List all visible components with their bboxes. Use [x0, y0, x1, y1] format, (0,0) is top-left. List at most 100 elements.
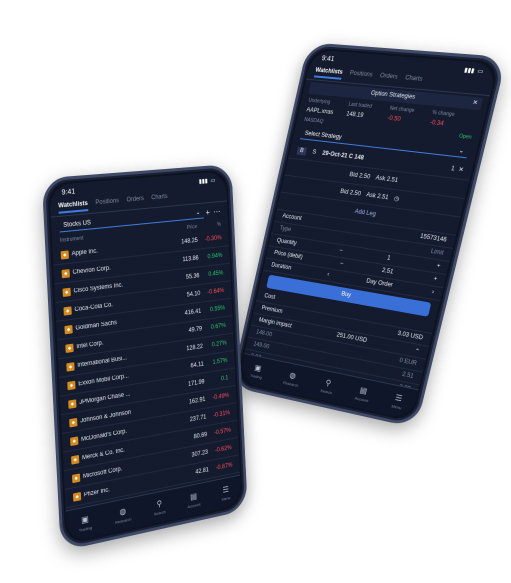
- leg-sell-toggle[interactable]: S: [309, 148, 320, 157]
- add-leg-label: Add Leg: [354, 208, 377, 218]
- type-value: Limit: [429, 248, 444, 257]
- nav-search[interactable]: ⚲ Search: [319, 378, 335, 396]
- stock-logo-icon: ◆: [70, 435, 79, 446]
- minus-icon[interactable]: −: [339, 261, 344, 267]
- watchlist-selector-label: Stocks US: [63, 219, 92, 229]
- minus-icon[interactable]: −: [339, 248, 344, 254]
- instrument-change: 0.45%: [208, 269, 224, 278]
- stock-logo-icon: ◆: [63, 305, 72, 316]
- nav-label: Research: [282, 379, 299, 388]
- instrument-change: 0.1: [220, 374, 229, 382]
- options-screen: 9:41 ▮▮▮ ▭ Watchlists Positions Orders Ch…: [237, 49, 498, 420]
- stock-logo-icon: ◆: [72, 491, 82, 502]
- stock-logo-icon: ◆: [60, 249, 69, 260]
- stock-logo-icon: ◆: [68, 398, 77, 409]
- panel-title: Option Strategies: [370, 90, 416, 101]
- instrument-price: 148.25: [181, 237, 198, 246]
- nav-label: Menu: [221, 495, 231, 502]
- battery-icon: ▭: [476, 68, 484, 75]
- menu-icon: ☰: [394, 392, 404, 404]
- type-label: Type: [278, 225, 292, 234]
- tab-orders[interactable]: Orders: [126, 196, 144, 208]
- account-value: 15573146: [419, 233, 448, 244]
- tab-watchlists[interactable]: Watchlists: [313, 67, 344, 80]
- bid-1: Bid 2.50: [348, 171, 371, 181]
- collapse-icon[interactable]: ⌃: [414, 347, 421, 355]
- stock-logo-icon: ◆: [65, 343, 74, 353]
- search-icon: ⚲: [324, 378, 332, 388]
- instrument-price: 54.10: [186, 290, 201, 299]
- open-label: Open: [458, 133, 473, 141]
- instrument-price: 237.71: [189, 413, 207, 423]
- nav-label: Search: [153, 509, 166, 517]
- ask-1: Ask 2.51: [375, 174, 399, 184]
- tab-positions[interactable]: Positions: [348, 71, 373, 83]
- instrument-price: 416.41: [184, 308, 202, 317]
- instrument-change: 0.94%: [207, 252, 223, 260]
- wallet-icon: ▤: [189, 491, 198, 502]
- select-strategy-label: Select Strategy: [304, 130, 343, 141]
- nav-trading[interactable]: ▣ Trading: [250, 363, 265, 380]
- instrument-price: 64.11: [190, 361, 204, 370]
- price-value[interactable]: 2.51: [381, 268, 394, 276]
- nav-search[interactable]: ⚲ Search: [153, 498, 166, 517]
- more-icon[interactable]: ⋯: [213, 206, 220, 215]
- bg-value: 0 EUR: [398, 357, 418, 368]
- leg-buy-toggle[interactable]: B: [296, 146, 308, 156]
- status-time: 9:41: [61, 187, 76, 197]
- instrument-price: 113.86: [182, 255, 199, 263]
- nav-account[interactable]: ▤ Account: [354, 385, 371, 404]
- quantity-value[interactable]: 1: [386, 255, 391, 261]
- briefcase-icon: ▣: [80, 514, 89, 526]
- clock-icon[interactable]: ◷: [393, 195, 400, 203]
- nav-trading[interactable]: ▣ Trading: [78, 514, 92, 533]
- nav-account[interactable]: ▤ Account: [187, 491, 200, 509]
- tab-watchlists[interactable]: Watchlists: [58, 200, 89, 214]
- nav-label: Trading: [78, 524, 93, 533]
- tab-positions[interactable]: Positions: [95, 198, 119, 210]
- duration-label: Duration: [270, 262, 292, 272]
- quantity-label: Quantity: [276, 238, 298, 247]
- ask-2: Ask 2.51: [365, 191, 390, 201]
- add-icon[interactable]: +: [205, 207, 210, 216]
- status-time: 9:41: [321, 54, 335, 63]
- nav-menu[interactable]: ☰ Menu: [221, 484, 231, 502]
- plus-icon[interactable]: +: [436, 263, 441, 270]
- chevron-down-icon: ⌄: [195, 209, 201, 217]
- nav-label: Search: [319, 387, 333, 396]
- close-icon[interactable]: ✕: [472, 99, 479, 107]
- stock-logo-icon: ◆: [64, 324, 73, 334]
- search-icon: ⚲: [156, 498, 163, 509]
- tab-orders[interactable]: Orders: [378, 73, 398, 85]
- instrument-change: -0.64%: [207, 287, 225, 296]
- instrument-change: -0.49%: [212, 392, 230, 402]
- stock-logo-icon: ◆: [67, 380, 76, 390]
- leg-qty[interactable]: 1: [450, 166, 455, 173]
- globe-icon: ◍: [288, 370, 297, 381]
- tab-charts[interactable]: Charts: [403, 75, 423, 87]
- nav-research[interactable]: ◍ Research: [283, 370, 302, 388]
- remove-leg-icon[interactable]: ✕: [458, 166, 465, 174]
- nav-menu[interactable]: ☰ Menu: [391, 392, 404, 410]
- instrument-change: -0.57%: [214, 427, 231, 437]
- nav-research[interactable]: ◍ Research: [114, 505, 132, 525]
- premium-value: 3.03 USD: [396, 330, 424, 342]
- chevron-right-icon[interactable]: ›: [431, 289, 434, 295]
- chevron-left-icon[interactable]: ‹: [327, 272, 330, 278]
- instrument-change: 0.27%: [211, 339, 227, 348]
- premium-label: Premium: [260, 305, 283, 315]
- wallet-icon: ▤: [359, 385, 369, 396]
- bid-2: Bid 2.50: [339, 188, 362, 198]
- tab-charts[interactable]: Charts: [151, 194, 168, 205]
- stock-logo-icon: ◆: [71, 472, 81, 483]
- instrument-price: 307.23: [191, 449, 209, 459]
- plus-icon[interactable]: +: [433, 276, 438, 283]
- instrument-change: -0.31%: [213, 409, 231, 419]
- price-label: Price (debit): [273, 250, 304, 261]
- instrument-price: 80.69: [193, 431, 208, 440]
- instrument-change: -0.87%: [215, 461, 233, 472]
- instrument-change: 0.67%: [210, 322, 226, 331]
- battery-icon: ▭: [210, 177, 216, 184]
- menu-icon: ☰: [222, 484, 230, 495]
- chevron-down-icon: ⌄: [458, 148, 465, 155]
